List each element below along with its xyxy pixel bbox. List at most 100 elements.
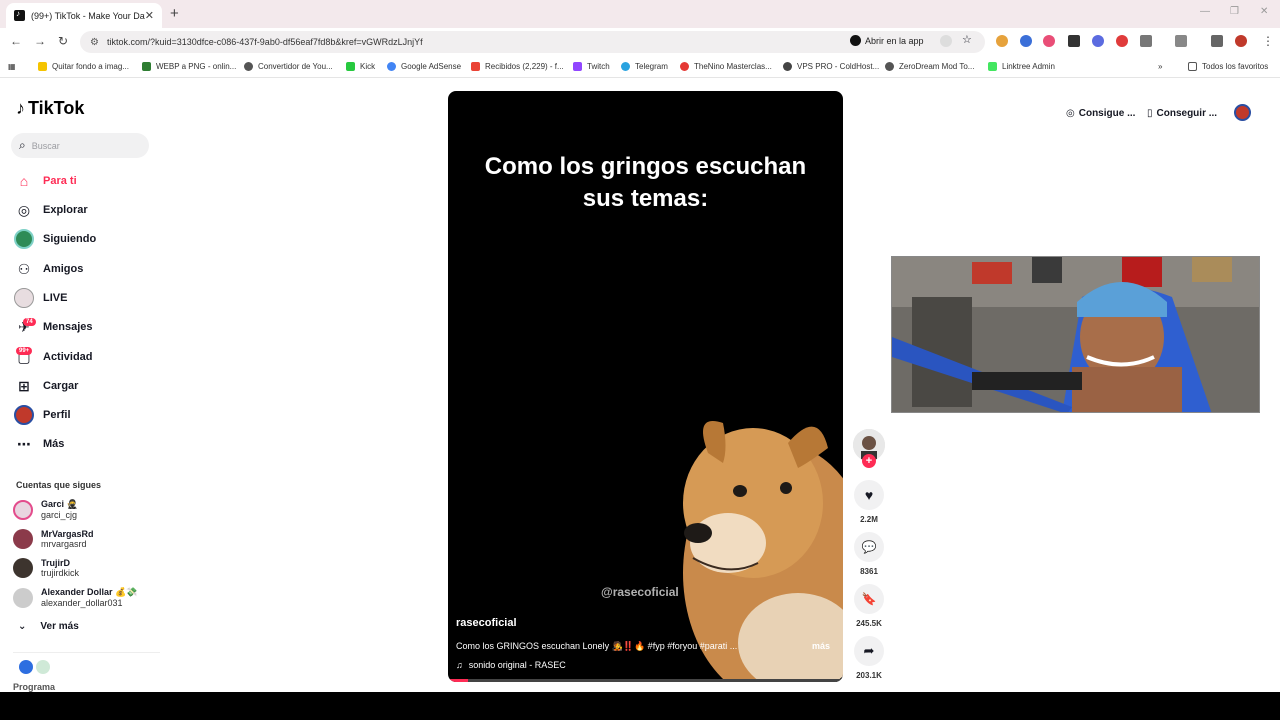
video-progress-bar[interactable] bbox=[448, 679, 843, 682]
caption-line: sus temas: bbox=[582, 185, 709, 212]
see-more-button[interactable]: ⌄ Ver más bbox=[18, 621, 79, 632]
logo-text: TikTok bbox=[28, 98, 85, 118]
extension-icon[interactable] bbox=[996, 35, 1008, 47]
video-description: Como los GRINGOS escuchan Lonely 🧑‍🎤‼️🔥 … bbox=[456, 641, 738, 651]
search-input[interactable]: ⌕ Buscar bbox=[11, 133, 149, 158]
program-icon[interactable] bbox=[36, 660, 50, 674]
nav-item-perfil[interactable]: Perfil bbox=[14, 405, 71, 425]
progress-fill bbox=[448, 679, 468, 682]
bookmark-item[interactable]: Linktree Admin bbox=[988, 62, 1055, 71]
bookmark-item[interactable]: ZeroDream Mod To... bbox=[885, 62, 974, 71]
nav-label: Mensajes bbox=[43, 321, 93, 333]
followed-account[interactable]: TrujirD trujirdkick bbox=[13, 558, 79, 578]
tiktok-note-icon: ♪ bbox=[16, 98, 25, 118]
tab-title: (99+) TikTok - Make Your Day bbox=[31, 10, 145, 21]
nav-item-cargar[interactable]: ⊞ Cargar bbox=[14, 376, 78, 396]
bookmark-item[interactable]: Quitar fondo a imag... bbox=[38, 62, 129, 71]
like-button[interactable]: ♥ 2.2M bbox=[852, 480, 886, 524]
music-note-icon: ♫ bbox=[456, 660, 463, 670]
more-icon: ⋯ bbox=[17, 435, 31, 452]
tiktok-favicon-icon bbox=[14, 9, 25, 21]
comment-button[interactable]: 💬 8361 bbox=[852, 532, 886, 576]
reading-list-icon[interactable] bbox=[1211, 35, 1223, 47]
bookmark-item[interactable]: Telegram bbox=[621, 62, 668, 71]
video-watermark: @rasecoficial bbox=[601, 585, 679, 599]
nav-label: Actividad bbox=[43, 351, 93, 363]
followed-account[interactable]: MrVargasRd mrvargasrd bbox=[13, 529, 94, 549]
apps-grid-icon[interactable]: ▦ bbox=[8, 62, 16, 71]
tiktok-logo[interactable]: ♪ TikTok bbox=[16, 98, 84, 119]
video-author[interactable]: rasecoficial bbox=[456, 617, 517, 629]
restore-icon[interactable]: ❐ bbox=[1230, 6, 1239, 17]
search-placeholder: Buscar bbox=[31, 140, 60, 151]
video-sound[interactable]: ♫ sonido original - RASEC bbox=[456, 660, 566, 670]
tiktok-app-icon bbox=[850, 35, 861, 46]
extension-icon[interactable] bbox=[1116, 35, 1128, 47]
extension-icon[interactable] bbox=[1043, 35, 1055, 47]
url-text: tiktok.com/?kuid=3130dfce-c086-437f-9ab0… bbox=[106, 37, 423, 47]
bookmark-item[interactable]: WEBP a PNG - onlin... bbox=[142, 62, 236, 71]
forward-icon[interactable]: → bbox=[34, 34, 46, 48]
nav-item-para-ti[interactable]: ⌂ Para ti bbox=[14, 171, 77, 191]
bookmark-item[interactable]: Google AdSense bbox=[387, 62, 461, 71]
video-player[interactable]: Como los gringos escuchan sus temas: @ra… bbox=[448, 91, 843, 682]
extensions-puzzle-icon[interactable] bbox=[1140, 35, 1152, 47]
minimize-icon[interactable]: — bbox=[1200, 6, 1210, 17]
close-window-icon[interactable]: ✕ bbox=[1260, 6, 1268, 17]
following-section-title: Cuentas que sigues bbox=[16, 480, 102, 490]
save-button[interactable]: 🔖 245.5K bbox=[852, 584, 886, 628]
sidebar-divider bbox=[13, 652, 160, 653]
share-button[interactable]: ➦ 203.1K bbox=[852, 636, 886, 680]
nav-item-explorar[interactable]: ◎ Explorar bbox=[14, 200, 88, 220]
close-tab-icon[interactable]: ✕ bbox=[145, 9, 154, 22]
bookmark-item[interactable]: Recibidos (2,229) - f... bbox=[471, 62, 564, 71]
program-icon[interactable] bbox=[19, 660, 33, 674]
follow-plus-icon[interactable]: + bbox=[862, 454, 876, 468]
reload-icon[interactable]: ↻ bbox=[58, 34, 68, 48]
extension-icon[interactable] bbox=[1068, 35, 1080, 47]
video-caption: Como los gringos escuchan sus temas: bbox=[448, 151, 843, 215]
translate-icon[interactable] bbox=[940, 35, 952, 47]
account-handle: garci_cjg bbox=[41, 510, 78, 520]
nav-item-siguiendo[interactable]: Siguiendo bbox=[14, 229, 96, 249]
bookmark-item[interactable]: TheNino Masterclas... bbox=[680, 62, 772, 71]
caption-line: Como los gringos escuchan bbox=[484, 153, 807, 180]
user-avatar[interactable] bbox=[1234, 104, 1251, 121]
browser-tab[interactable]: (99+) TikTok - Make Your Day ✕ bbox=[6, 3, 162, 28]
new-tab-icon[interactable]: + bbox=[170, 5, 179, 22]
taskbar-strip bbox=[0, 692, 1280, 720]
more-bookmarks-icon[interactable]: » bbox=[1158, 62, 1162, 71]
more-description-button[interactable]: más bbox=[812, 641, 830, 651]
extension-icon[interactable] bbox=[1092, 35, 1104, 47]
profile-icon bbox=[14, 405, 34, 425]
bookmark-item[interactable]: Kick bbox=[346, 62, 375, 71]
extension-icon[interactable] bbox=[1020, 35, 1032, 47]
nav-label: LIVE bbox=[43, 292, 68, 304]
dog-image bbox=[683, 421, 843, 682]
get-app-button[interactable]: ▯ Conseguir ... bbox=[1139, 102, 1226, 124]
back-icon[interactable]: ← bbox=[10, 34, 22, 48]
get-coins-button[interactable]: ◎ Consigue ... bbox=[1058, 102, 1144, 124]
followed-account[interactable]: Garci 🥷 garci_cjg bbox=[13, 499, 78, 520]
all-bookmarks-folder[interactable]: Todos los favoritos bbox=[1188, 62, 1268, 71]
avatar bbox=[13, 529, 33, 549]
browser-profile-icon[interactable] bbox=[1235, 35, 1247, 47]
bookmark-item[interactable]: Convertidor de You... bbox=[244, 62, 333, 71]
media-icon[interactable] bbox=[1175, 35, 1187, 47]
messages-badge: 74 bbox=[23, 318, 36, 326]
comment-icon: 💬 bbox=[861, 540, 877, 554]
compass-icon: ◎ bbox=[17, 201, 31, 218]
site-settings-icon[interactable]: ⚙ bbox=[90, 37, 99, 48]
sound-label: sonido original - RASEC bbox=[468, 660, 566, 670]
nav-item-mas[interactable]: ⋯ Más bbox=[14, 434, 64, 454]
bookmark-item[interactable]: VPS PRO - ColdHost... bbox=[783, 62, 879, 71]
open-in-app-button[interactable]: Abrir en la app bbox=[850, 35, 924, 46]
program-label[interactable]: Programa bbox=[13, 682, 55, 692]
browser-menu-icon[interactable]: ⋮ bbox=[1262, 34, 1274, 48]
nav-item-amigos[interactable]: ⚇ Amigos bbox=[14, 259, 84, 279]
home-icon: ⌂ bbox=[19, 173, 29, 189]
bookmark-star-icon[interactable]: ☆ bbox=[962, 33, 972, 46]
nav-item-live[interactable]: LIVE bbox=[14, 288, 67, 308]
followed-account[interactable]: Alexander Dollar 💰💸 alexander_dollar031 bbox=[13, 587, 137, 608]
bookmark-item[interactable]: Twitch bbox=[573, 62, 610, 71]
